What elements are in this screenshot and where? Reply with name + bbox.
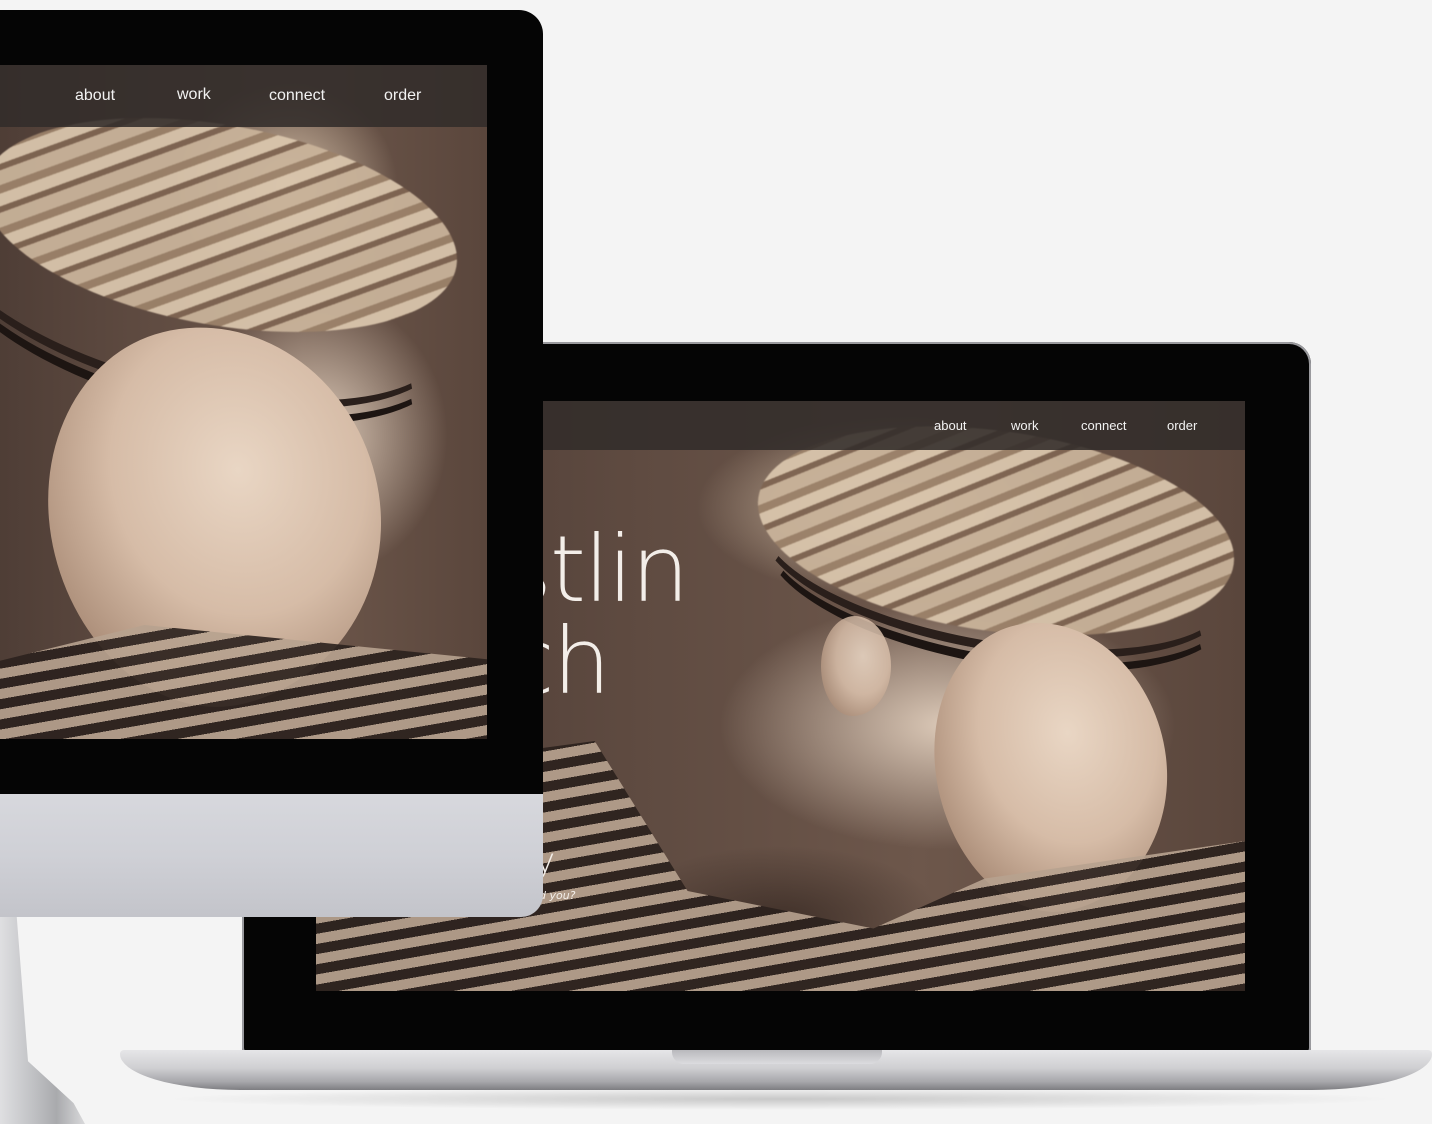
imac-stand <box>0 915 85 1124</box>
imac-screen: about work connect order <box>0 65 487 739</box>
nav-work-link[interactable]: work <box>1011 418 1038 433</box>
imac-chin <box>0 794 543 917</box>
nav-about-link[interactable]: about <box>75 87 115 105</box>
imac-navbar: about work connect order <box>0 65 487 127</box>
hero-photo-ear <box>821 616 891 716</box>
nav-order-link[interactable]: order <box>1167 418 1197 433</box>
macbook-shadow <box>160 1088 1400 1110</box>
nav-about-link[interactable]: about <box>934 418 967 433</box>
nav-work-link[interactable]: work <box>177 86 211 104</box>
macbook-opening-notch <box>672 1050 882 1064</box>
nav-connect-link[interactable]: connect <box>269 87 325 105</box>
nav-order-link[interactable]: order <box>384 87 421 105</box>
nav-connect-link[interactable]: connect <box>1081 418 1127 433</box>
hero-photo-shirt <box>0 625 487 739</box>
